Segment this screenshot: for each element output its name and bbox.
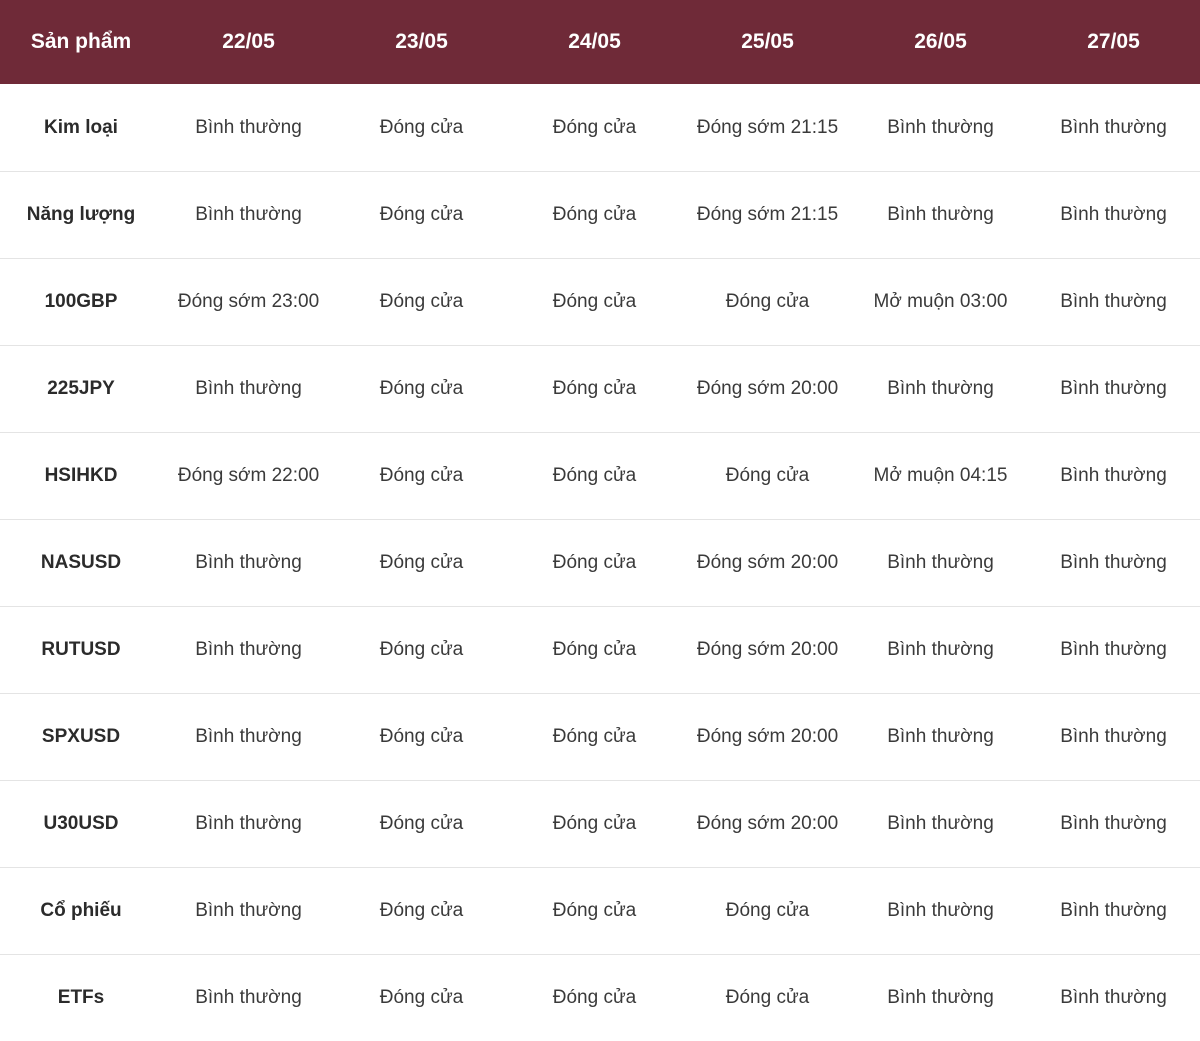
status-cell: Đóng cửa — [552, 987, 637, 1009]
status-cell: Đóng sớm 20:00 — [696, 552, 839, 573]
product-name: Cổ phiếu — [40, 900, 122, 921]
status-cell: Đóng sớm 20:00 — [696, 726, 839, 747]
status-cell: Đóng sớm 20:00 — [696, 813, 839, 834]
status-cell: Đóng cửa — [379, 900, 464, 921]
status-cell: Bình thường — [1060, 291, 1167, 312]
status-cell: Bình thường — [887, 639, 994, 660]
status-cell: Đóng cửa — [379, 813, 464, 834]
status-cell: Bình thường — [1060, 465, 1167, 486]
status-cell: Mở muộn 03:00 — [873, 291, 1008, 312]
header-date: 27/05 — [1087, 30, 1140, 53]
header-row: Sản phẩm 22/05 23/05 24/05 25/05 26/05 2… — [0, 0, 1200, 84]
table-row: HSIHKD Đóng sớm 22:00 Đóng cửa Đóng cửa … — [0, 432, 1200, 519]
product-name: ETFs — [57, 987, 105, 1009]
status-cell: Đóng cửa — [552, 465, 637, 486]
status-cell: Đóng cửa — [379, 987, 464, 1009]
status-cell: Mở muộn 04:15 — [873, 465, 1008, 486]
status-cell: Đóng sớm 20:00 — [696, 639, 839, 660]
status-cell: Đóng cửa — [379, 552, 464, 573]
status-cell: Đóng cửa — [379, 204, 464, 225]
product-name: NASUSD — [40, 552, 122, 573]
header-date: 23/05 — [395, 30, 448, 53]
status-cell: Bình thường — [1060, 204, 1167, 225]
table-row: Cổ phiếu Bình thường Đóng cửa Đóng cửa Đ… — [0, 867, 1200, 954]
status-cell: Đóng cửa — [725, 900, 810, 921]
table-row: NASUSD Bình thường Đóng cửa Đóng cửa Đón… — [0, 519, 1200, 606]
table-row: 100GBP Đóng sớm 23:00 Đóng cửa Đóng cửa … — [0, 258, 1200, 345]
status-cell: Đóng cửa — [552, 813, 637, 834]
product-name: Năng lượng — [26, 204, 136, 225]
status-cell: Bình thường — [1060, 639, 1167, 660]
status-cell: Bình thường — [195, 639, 302, 660]
status-cell: Đóng cửa — [725, 465, 810, 486]
status-cell: Đóng cửa — [725, 291, 810, 312]
status-cell: Bình thường — [887, 378, 994, 399]
header-date: 22/05 — [222, 30, 275, 53]
status-cell: Bình thường — [887, 116, 994, 138]
status-cell: Bình thường — [1060, 987, 1167, 1009]
header-date: 26/05 — [914, 30, 967, 53]
status-cell: Đóng sớm 20:00 — [696, 378, 839, 399]
status-cell: Bình thường — [887, 900, 994, 921]
status-cell: Bình thường — [887, 726, 994, 747]
status-cell: Bình thường — [1060, 726, 1167, 747]
status-cell: Bình thường — [1060, 900, 1167, 921]
status-cell: Bình thường — [1060, 813, 1167, 834]
table-row: U30USD Bình thường Đóng cửa Đóng cửa Đón… — [0, 780, 1200, 867]
status-cell: Bình thường — [887, 204, 994, 225]
status-cell: Đóng cửa — [552, 552, 637, 573]
product-name: 225JPY — [47, 378, 115, 399]
table-row: 225JPY Bình thường Đóng cửa Đóng cửa Đón… — [0, 345, 1200, 432]
status-cell: Đóng cửa — [379, 639, 464, 660]
trading-schedule-table: Sản phẩm 22/05 23/05 24/05 25/05 26/05 2… — [0, 0, 1200, 1041]
table-row: Kim loại Bình thường Đóng cửa Đóng cửa Đ… — [0, 84, 1200, 171]
status-cell: Đóng cửa — [552, 726, 637, 747]
status-cell: Bình thường — [1060, 552, 1167, 573]
table-row: ETFs Bình thường Đóng cửa Đóng cửa Đóng … — [0, 954, 1200, 1041]
table-row: SPXUSD Bình thường Đóng cửa Đóng cửa Đón… — [0, 693, 1200, 780]
status-cell: Đóng sớm 23:00 — [177, 291, 320, 312]
status-cell: Đóng cửa — [379, 291, 464, 312]
status-cell: Đóng cửa — [552, 900, 637, 921]
status-cell: Đóng cửa — [552, 116, 637, 138]
status-cell: Bình thường — [195, 378, 302, 399]
product-name: U30USD — [43, 813, 119, 834]
status-cell: Bình thường — [195, 552, 302, 573]
status-cell: Đóng sớm 22:00 — [177, 465, 320, 486]
status-cell: Đóng sớm 21:15 — [696, 204, 839, 225]
status-cell: Đóng cửa — [552, 204, 637, 225]
status-cell: Bình thường — [1060, 378, 1167, 399]
status-cell: Bình thường — [195, 204, 302, 225]
product-name: 100GBP — [44, 291, 118, 312]
status-cell: Bình thường — [195, 987, 302, 1009]
status-cell: Đóng sớm 21:15 — [696, 116, 839, 138]
table-row: Năng lượng Bình thường Đóng cửa Đóng cửa… — [0, 171, 1200, 258]
status-cell: Đóng cửa — [379, 378, 464, 399]
status-cell: Đóng cửa — [552, 639, 637, 660]
product-name: Kim loại — [44, 116, 118, 138]
status-cell: Bình thường — [195, 900, 302, 921]
status-cell: Bình thường — [887, 813, 994, 834]
header-date: 24/05 — [568, 30, 621, 53]
status-cell: Bình thường — [887, 552, 994, 573]
status-cell: Đóng cửa — [552, 291, 637, 312]
product-name: RUTUSD — [41, 639, 121, 660]
status-cell: Bình thường — [195, 116, 302, 138]
header-product: Sản phẩm — [30, 30, 132, 53]
status-cell: Đóng cửa — [379, 726, 464, 747]
status-cell: Đóng cửa — [552, 378, 637, 399]
status-cell: Đóng cửa — [379, 465, 464, 486]
status-cell: Đóng cửa — [379, 116, 464, 138]
header-date: 25/05 — [741, 30, 794, 53]
table-body: Kim loại Bình thường Đóng cửa Đóng cửa Đ… — [0, 84, 1200, 1041]
table-row: RUTUSD Bình thường Đóng cửa Đóng cửa Đón… — [0, 606, 1200, 693]
status-cell: Bình thường — [195, 726, 302, 747]
table-header: Sản phẩm 22/05 23/05 24/05 25/05 26/05 2… — [0, 0, 1200, 84]
product-name: SPXUSD — [41, 726, 121, 747]
status-cell: Bình thường — [195, 813, 302, 834]
status-cell: Đóng cửa — [725, 987, 810, 1009]
status-cell: Bình thường — [887, 987, 994, 1009]
status-cell: Bình thường — [1060, 116, 1167, 138]
product-name: HSIHKD — [44, 465, 118, 486]
